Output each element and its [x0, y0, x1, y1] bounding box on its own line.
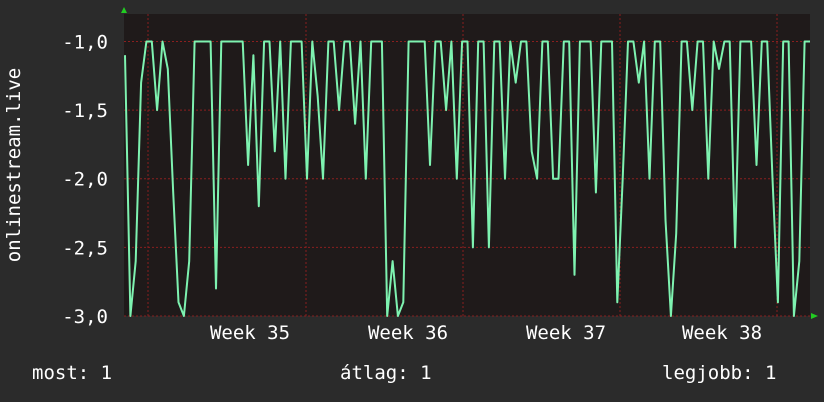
y-axis-label: onlinestream.live — [3, 68, 25, 262]
best-value: 1 — [764, 362, 777, 384]
average-stat: átlag: 1 — [340, 362, 432, 388]
best-label: legjobb: — [662, 362, 754, 384]
best-stat: legjobb: 1 — [662, 362, 776, 388]
y-axis-arrow-icon — [121, 7, 127, 13]
y-tick-label: -2,5 — [62, 237, 108, 259]
y-tick-label: -1,5 — [62, 100, 108, 122]
average-label: átlag: — [340, 362, 409, 384]
current-value: 1 — [100, 362, 113, 384]
x-tick-label: Week 37 — [526, 322, 606, 344]
x-axis-ticks: Week 35 Week 36 Week 37 Week 38 — [210, 322, 762, 344]
x-tick-label: Week 35 — [210, 322, 290, 344]
y-tick-label: -1,0 — [62, 31, 108, 53]
y-tick-label: -2,0 — [62, 169, 108, 191]
x-tick-label: Week 36 — [368, 322, 448, 344]
average-value: 1 — [420, 362, 432, 384]
x-tick-label: Week 38 — [682, 322, 762, 344]
y-tick-label: -3,0 — [62, 306, 108, 328]
current-label: most: — [32, 362, 90, 384]
chart: -1,0-1,5-2,0-2,5-3,0 Week 35 Week 36 Week … — [3, 7, 818, 344]
x-axis-arrow-icon — [811, 313, 818, 319]
current-stat: most: 1 — [32, 362, 112, 388]
y-axis-ticks: -1,0 -1,5 -2,0 -2,5 -3,0 — [62, 31, 108, 328]
